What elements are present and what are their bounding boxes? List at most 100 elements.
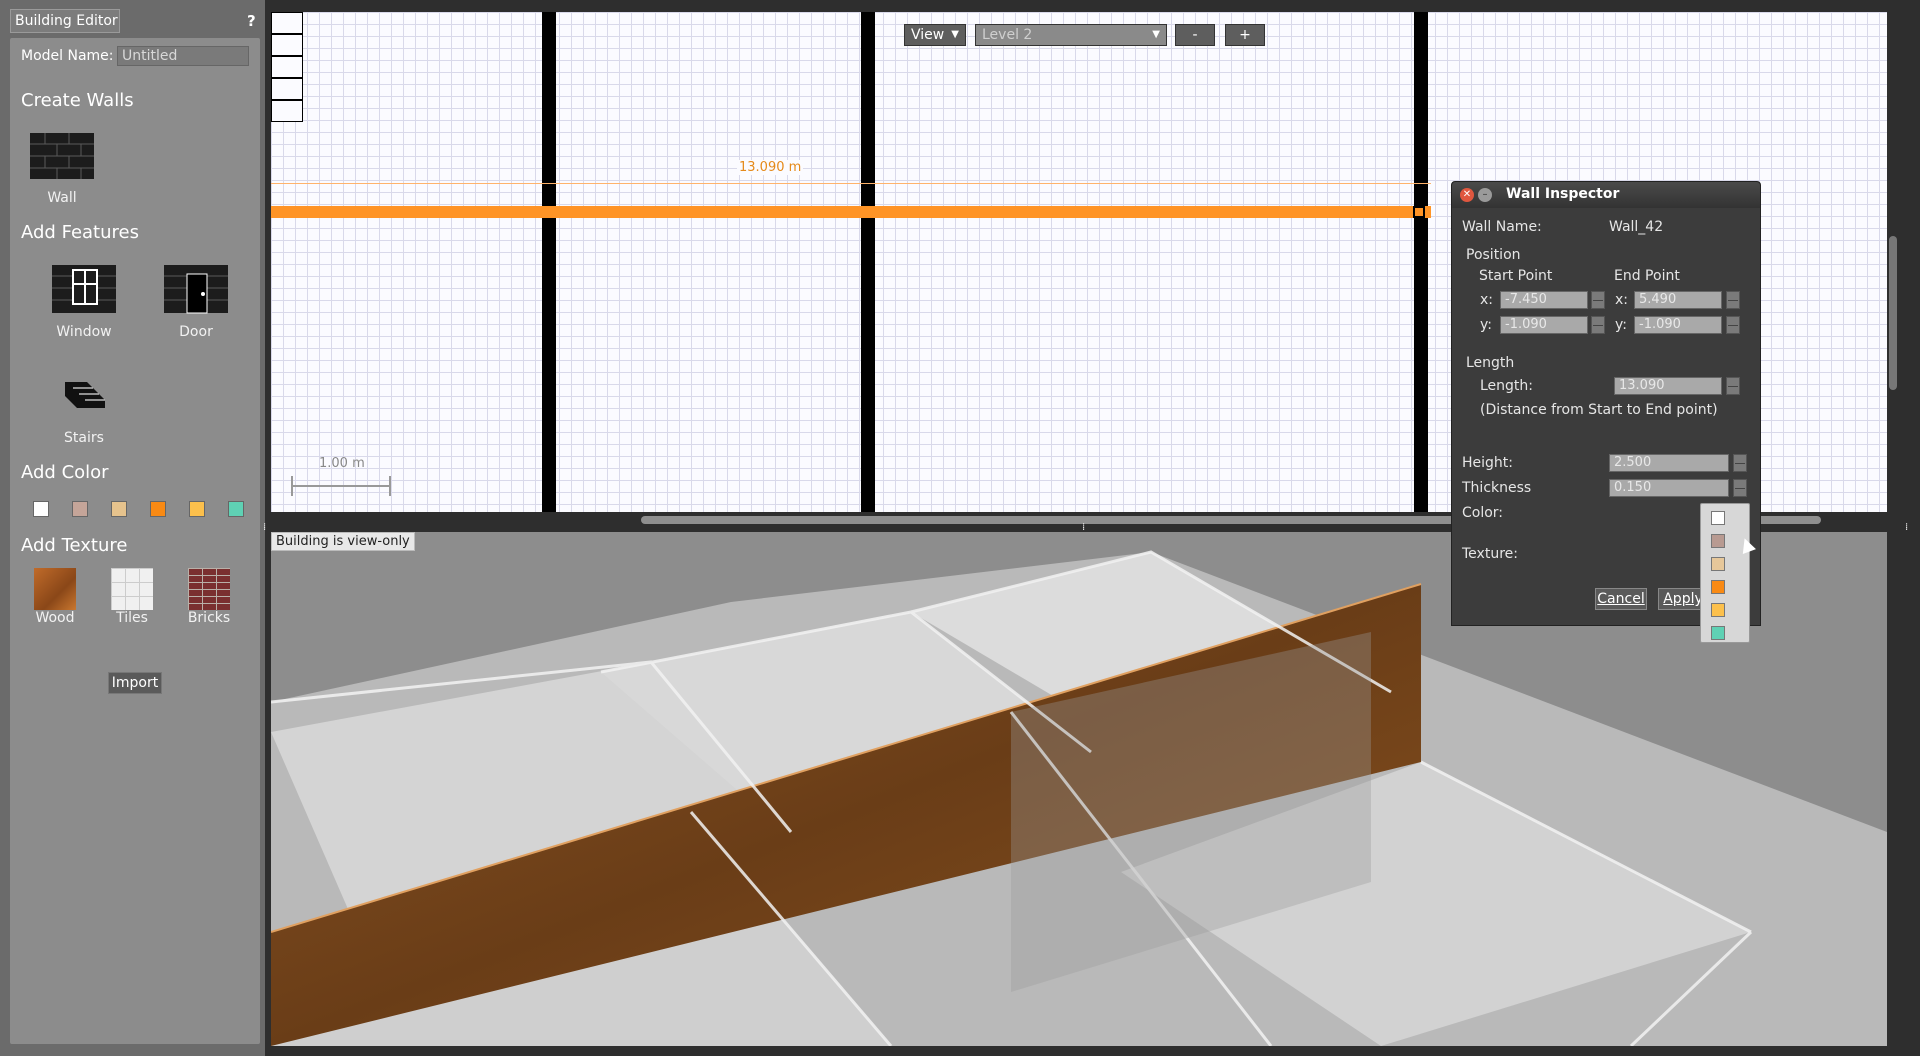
start-y-field[interactable]: -1.090 [1500, 316, 1588, 334]
view-only-status: Building is view-only [271, 532, 415, 551]
add-texture-title: Add Texture [21, 535, 128, 556]
stairs-icon [65, 382, 105, 408]
start-point-label: Start Point [1479, 268, 1553, 284]
bricks-texture-button[interactable] [188, 568, 230, 610]
model-name-label: Model Name: [21, 48, 114, 64]
stairs-tool-button[interactable]: Stairs [44, 370, 124, 446]
door-tool-label: Door [179, 324, 213, 340]
plan-wall[interactable] [861, 12, 875, 512]
scale-label: 1.00 m [319, 456, 365, 471]
editor-palette: Building Editor ? Model Name: Untitled C… [0, 0, 265, 1056]
chevron-down-icon: ▼ [1152, 29, 1160, 40]
scale-bar [291, 485, 391, 487]
length-note: (Distance from Start to End point) [1480, 402, 1718, 418]
dialog-title: Wall Inspector [1506, 186, 1620, 202]
view-dropdown-label: View [911, 27, 945, 43]
dialog-titlebar[interactable]: ✕ – Wall Inspector [1452, 182, 1760, 208]
end-y-stepper[interactable] [1726, 316, 1740, 334]
wood-texture-button[interactable] [34, 568, 76, 610]
thickness-field[interactable]: 0.150 [1609, 479, 1729, 497]
color-option-tan[interactable] [1711, 557, 1725, 571]
stair-step [271, 78, 303, 100]
color-swatch-beige[interactable] [72, 501, 88, 517]
end-y-field[interactable]: -1.090 [1634, 316, 1722, 334]
plan-wall[interactable] [1414, 12, 1428, 512]
color-swatch-yellow[interactable] [189, 501, 205, 517]
stair-step [271, 12, 303, 34]
tiles-texture-label: Tiles [116, 610, 148, 626]
end-x-field[interactable]: 5.490 [1634, 291, 1722, 309]
help-button[interactable]: ? [247, 12, 256, 30]
end-x-stepper[interactable] [1726, 291, 1740, 309]
color-swatch-teal[interactable] [228, 501, 244, 517]
scale-tick [291, 476, 293, 496]
add-level-button[interactable]: + [1225, 24, 1265, 46]
height-label: Height: [1462, 455, 1513, 471]
wall-length-measure: 13.090 m [737, 160, 804, 175]
window-tool-label: Window [56, 324, 112, 340]
texture-label: Texture: [1462, 546, 1518, 562]
vertical-scrollbar[interactable] [1889, 236, 1897, 390]
color-swatch-tan[interactable] [111, 501, 127, 517]
view-dropdown[interactable]: View ▼ [904, 24, 966, 46]
position-section-label: Position [1466, 247, 1521, 263]
length-field[interactable]: 13.090 [1614, 377, 1722, 395]
add-features-title: Add Features [21, 222, 139, 243]
window-tool-button[interactable]: Window [44, 264, 124, 340]
wood-texture-label: Wood [35, 610, 75, 626]
length-stepper[interactable] [1726, 377, 1740, 395]
chevron-down-icon: ▼ [951, 29, 959, 40]
color-option-yellow[interactable] [1711, 603, 1725, 617]
color-label: Color: [1462, 505, 1504, 521]
start-x-stepper[interactable] [1591, 291, 1605, 309]
wall-end-handle[interactable] [1413, 206, 1425, 218]
stair-step [271, 100, 303, 122]
stairs-tool-label: Stairs [64, 430, 104, 446]
building-editor-tab[interactable]: Building Editor [10, 9, 120, 33]
create-walls-title: Create Walls [21, 90, 134, 111]
wall-tool-label: Wall [47, 190, 77, 206]
end-x-label: x: [1615, 292, 1629, 308]
length-label: Length: [1480, 378, 1534, 394]
start-y-stepper[interactable] [1591, 316, 1605, 334]
building-editor-window: Building Editor ? Model Name: Untitled C… [0, 0, 1920, 1056]
wall-tool-button[interactable]: Wall [28, 132, 96, 206]
close-icon[interactable]: ✕ [1460, 188, 1474, 202]
color-option-orange[interactable] [1711, 580, 1725, 594]
window-icon [52, 265, 116, 313]
height-field[interactable]: 2.500 [1609, 454, 1729, 472]
model-name-input[interactable]: Untitled [117, 46, 249, 66]
end-y-label: y: [1615, 317, 1627, 333]
selected-wall[interactable] [271, 206, 1431, 218]
height-stepper[interactable] [1733, 454, 1747, 472]
start-x-field[interactable]: -7.450 [1500, 291, 1588, 309]
plan-wall[interactable] [542, 12, 556, 512]
thickness-stepper[interactable] [1733, 479, 1747, 497]
import-button[interactable]: Import [108, 672, 162, 694]
color-swatch-white[interactable] [33, 501, 49, 517]
color-swatch-orange[interactable] [150, 501, 166, 517]
wall-icon [30, 133, 94, 179]
wall-name-value: Wall_42 [1609, 219, 1664, 235]
remove-level-button[interactable]: - [1175, 24, 1215, 46]
stair-step [271, 34, 303, 56]
splitter-handle-icon[interactable]: ⁞ [263, 522, 266, 533]
level-dropdown-label: Level 2 [982, 27, 1033, 43]
cancel-button[interactable]: Cancel [1595, 588, 1647, 610]
color-option-white[interactable] [1711, 511, 1725, 525]
minimize-icon[interactable]: – [1478, 188, 1492, 202]
bricks-texture-label: Bricks [187, 610, 231, 626]
door-tool-button[interactable]: Door [156, 264, 236, 340]
add-color-title: Add Color [21, 462, 109, 483]
tiles-texture-button[interactable] [111, 568, 153, 610]
measure-line [271, 183, 1431, 184]
length-section-label: Length [1466, 355, 1515, 371]
wall-name-label: Wall Name: [1462, 219, 1542, 235]
door-icon [164, 265, 228, 314]
start-y-label: y: [1480, 317, 1492, 333]
level-dropdown[interactable]: Level 2 ▼ [975, 24, 1167, 46]
color-option-teal[interactable] [1711, 626, 1725, 640]
color-option-beige[interactable] [1711, 534, 1725, 548]
splitter-handle-icon[interactable]: ⁞ [1905, 522, 1908, 533]
thickness-label: Thickness [1462, 480, 1532, 496]
